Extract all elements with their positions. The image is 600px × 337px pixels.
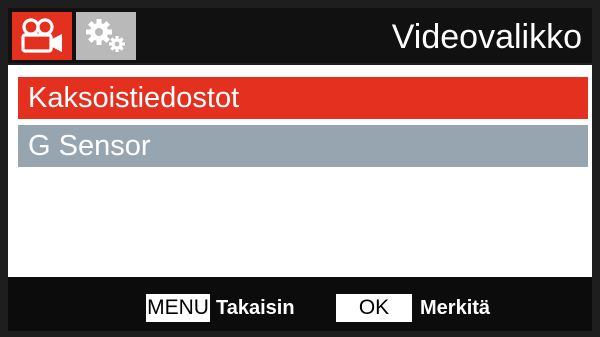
menu-item-g-sensor[interactable]: G Sensor	[18, 125, 588, 167]
header-bar: Videovalikko	[8, 8, 592, 63]
back-label: Takaisin	[216, 297, 295, 319]
dashcam-screen: Videovalikko Kaksoistiedostot G Sensor M…	[0, 0, 600, 337]
select-label: Merkitä	[420, 297, 491, 319]
menu-key-button[interactable]: MENU	[146, 294, 210, 322]
menu-item-dual-files[interactable]: Kaksoistiedostot	[18, 77, 588, 119]
gears-icon	[86, 19, 125, 52]
footer-bar: MENU Takaisin OK Merkitä	[8, 277, 592, 331]
page-title: Videovalikko	[391, 18, 582, 56]
tab-video-menu[interactable]	[12, 12, 72, 60]
menu-list: Kaksoistiedostot G Sensor	[8, 65, 592, 277]
ok-key-button[interactable]: OK	[336, 294, 412, 322]
tab-settings-menu[interactable]	[76, 12, 136, 60]
video-camera-icon	[21, 18, 62, 53]
